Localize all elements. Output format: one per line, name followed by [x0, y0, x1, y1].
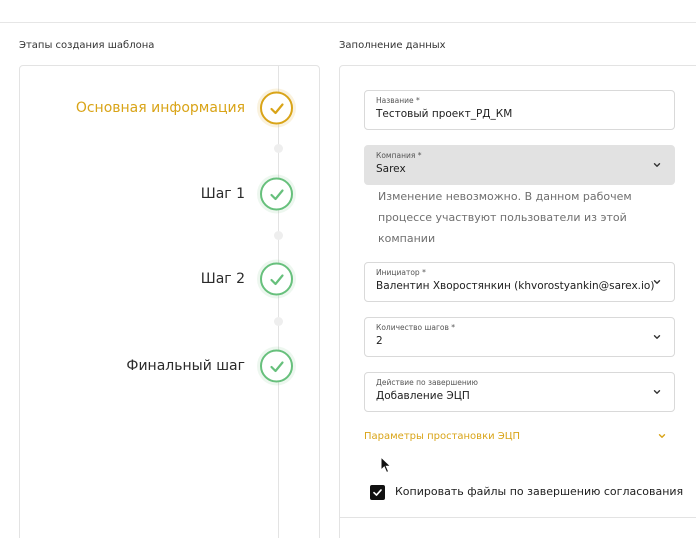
steps-count-select[interactable]: Количество шагов * 2 [364, 317, 675, 357]
chevron-down-icon[interactable] [652, 277, 662, 287]
name-field-value[interactable]: Тестовый проект_РД_КМ [376, 108, 512, 120]
steps-panel: Основная информация Шаг 1 Шаг 2 Финальны… [19, 65, 320, 538]
initiator-select[interactable]: Инициатор * Валентин Хворостянкин (khvor… [364, 262, 675, 302]
chevron-down-icon[interactable] [652, 332, 662, 342]
chevron-down-icon[interactable] [652, 387, 662, 397]
step-label: Финальный шаг [126, 358, 245, 374]
name-field[interactable]: Название * Тестовый проект_РД_КМ [364, 90, 675, 130]
step-1[interactable]: Шаг 1 [20, 174, 321, 214]
check-icon [373, 489, 382, 496]
steps-connector-dot [274, 231, 283, 240]
step-status-circle [260, 349, 293, 383]
steps-connector-line [278, 66, 279, 538]
check-icon [269, 188, 284, 200]
check-icon [269, 102, 284, 114]
step-status-circle [260, 91, 293, 125]
steps-count-select-label: Количество шагов * [376, 323, 456, 332]
steps-connector-dot [274, 144, 283, 153]
step-label: Шаг 1 [200, 186, 245, 202]
company-select-label: Компания * [376, 151, 422, 160]
copy-files-label[interactable]: Копировать файлы по завершению согласова… [395, 485, 683, 498]
header-divider [0, 22, 696, 23]
cursor-arrow-icon [380, 456, 392, 474]
check-icon [269, 360, 284, 372]
steps-connector-dot [274, 317, 283, 326]
initiator-select-value: Валентин Хворостянкин (khvorostyankin@sa… [376, 280, 655, 292]
copy-files-checkbox[interactable] [370, 485, 385, 500]
completion-action-select[interactable]: Действие по завершению Добавление ЭЦП [364, 372, 675, 412]
step-main-info[interactable]: Основная информация [20, 88, 321, 128]
completion-action-select-label: Действие по завершению [376, 378, 478, 387]
step-2[interactable]: Шаг 2 [20, 259, 321, 299]
step-label: Шаг 2 [200, 271, 245, 287]
step-label: Основная информация [75, 100, 245, 116]
form-section-title: Заполнение данных [339, 40, 446, 51]
steps-section-title: Этапы создания шаблона [19, 40, 155, 51]
step-final[interactable]: Финальный шаг [20, 346, 321, 386]
signature-params-accordion[interactable]: Параметры простановки ЭЦП [364, 429, 669, 447]
signature-params-label[interactable]: Параметры простановки ЭЦП [364, 431, 520, 442]
step-status-circle [260, 177, 293, 211]
step-status-circle [260, 262, 293, 296]
company-select-value: Sarex [376, 163, 406, 175]
completion-action-select-value: Добавление ЭЦП [376, 390, 470, 402]
initiator-select-label: Инициатор * [376, 268, 426, 277]
chevron-down-icon[interactable] [657, 431, 667, 441]
check-icon [269, 273, 284, 285]
form-footer-divider [339, 517, 696, 518]
name-field-label: Название * [376, 96, 420, 105]
steps-count-select-value: 2 [376, 335, 383, 347]
chevron-down-icon [653, 163, 661, 167]
company-select: Компания * Sarex [364, 145, 675, 185]
company-helper-text: Изменение невозможно. В данном рабочем п… [378, 190, 632, 245]
